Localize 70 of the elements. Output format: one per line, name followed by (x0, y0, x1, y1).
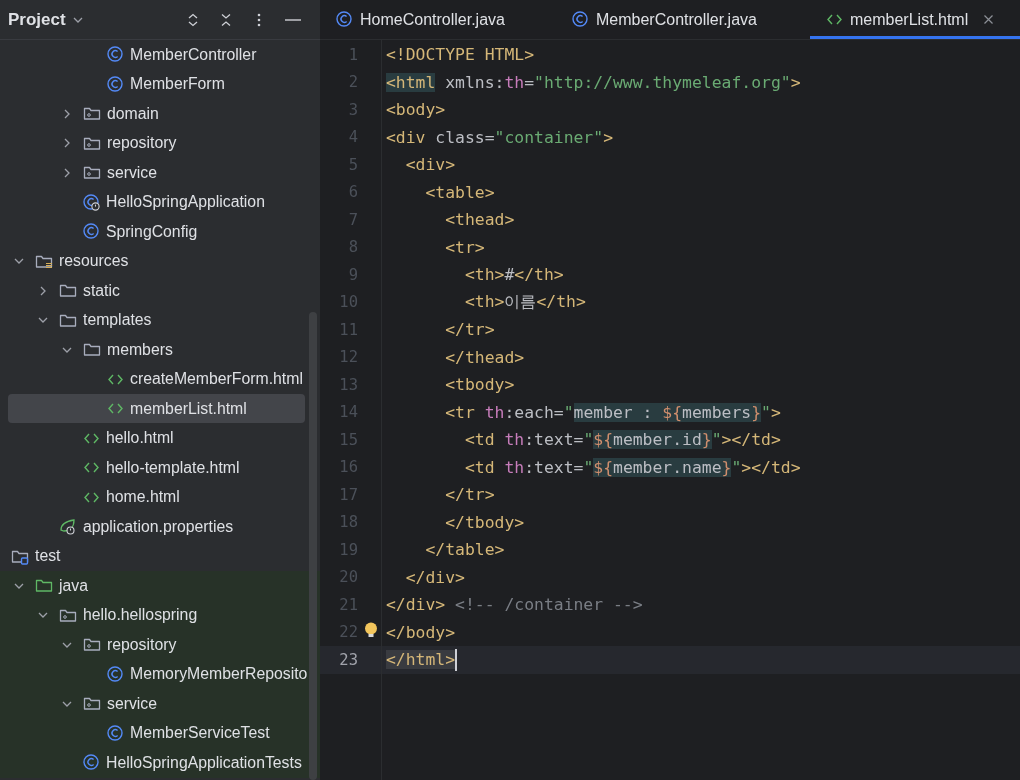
code-line: </table> (424, 540, 505, 560)
code-line: <tr> (444, 237, 485, 257)
editor-tab[interactable]: memberList.html (810, 0, 1020, 39)
class-icon (107, 665, 124, 683)
tree-item[interactable]: service (8, 158, 305, 188)
code-line: <th>#</th> (463, 265, 564, 285)
editor-tab[interactable]: MemberController.java (556, 0, 810, 39)
class-icon (107, 75, 124, 93)
class-icon (572, 11, 589, 28)
chevron-icon[interactable] (62, 138, 72, 149)
leaf-icon (59, 518, 77, 536)
folder-icon (35, 577, 53, 595)
tree-item[interactable]: test (8, 541, 305, 571)
class-run-icon (83, 193, 100, 211)
code-line: <html xmlns:th="http://www.thymeleaf.org"> (386, 72, 801, 92)
line-number: 23 (339, 650, 358, 669)
class-icon (107, 46, 124, 64)
code-line: <body> (386, 100, 446, 120)
code-line: </tr> (444, 485, 495, 505)
code-line: <tr th:each="member : ${members}"> (444, 402, 781, 422)
editor-tab[interactable]: HomeController.java (320, 0, 556, 39)
tree-item[interactable]: repository (8, 128, 305, 158)
code-line: <!DOCTYPE HTML> (386, 45, 535, 65)
tree-item[interactable]: HelloSpringApplication (8, 187, 305, 217)
tree-item[interactable]: resources (8, 246, 305, 276)
class-icon (336, 11, 353, 28)
chevron-icon[interactable] (62, 108, 72, 119)
class-icon (83, 754, 100, 772)
package-folder-icon (83, 105, 101, 123)
code-line: <tbody> (444, 375, 515, 395)
chevron-icon[interactable] (62, 167, 72, 178)
tree-item[interactable]: templates (8, 305, 305, 335)
code-line: <td th:text="${member.id}"></td> (463, 430, 781, 450)
code-line: <div> (404, 155, 456, 175)
folder-icon (59, 282, 77, 300)
class-icon (83, 223, 100, 241)
code-line: <th>이름</th> (463, 291, 586, 314)
tree-item[interactable]: hello.html (8, 423, 305, 453)
project-view-title[interactable]: Project (8, 9, 66, 30)
tree-item[interactable]: createMemberForm.html (8, 364, 305, 394)
code-line: </div> (404, 567, 465, 587)
package-folder-icon (83, 164, 101, 182)
code-line: </thead> (444, 347, 525, 367)
tree-item[interactable]: home.html (8, 482, 305, 512)
package-folder-icon (83, 636, 101, 654)
code-line: </div> <!-- /container --> (386, 595, 643, 615)
tree-item[interactable]: MemberController (8, 40, 305, 70)
code-line: <table> (424, 182, 495, 202)
code-line: </tbody> (444, 512, 525, 532)
tree-item[interactable]: memberList.html (8, 394, 305, 424)
scrollbar[interactable] (309, 312, 317, 780)
tree-item[interactable]: hello-template.html (8, 453, 305, 483)
text-cursor (455, 648, 458, 671)
code-line: <div class="container"> (386, 127, 613, 147)
code-line: <td th:text="${member.name}"></td> (463, 457, 801, 477)
tree-item[interactable]: MemberForm (8, 69, 305, 99)
code-line: <thead> (444, 210, 515, 230)
close-icon[interactable] (983, 14, 995, 25)
class-icon (107, 724, 124, 742)
tree-item[interactable]: members (8, 335, 305, 365)
tree-item[interactable]: SpringConfig (8, 217, 305, 247)
chevron-icon[interactable] (38, 285, 48, 296)
code-line: </tr> (444, 320, 495, 340)
code-line: </body> (386, 622, 456, 642)
lightbulb-icon[interactable] (364, 621, 378, 638)
tree-item[interactable]: domain (8, 99, 305, 129)
folder-icon (83, 341, 101, 359)
tree-item[interactable]: static (8, 276, 305, 306)
tree-item[interactable]: application.properties (8, 512, 305, 542)
package-folder-icon (83, 695, 101, 713)
